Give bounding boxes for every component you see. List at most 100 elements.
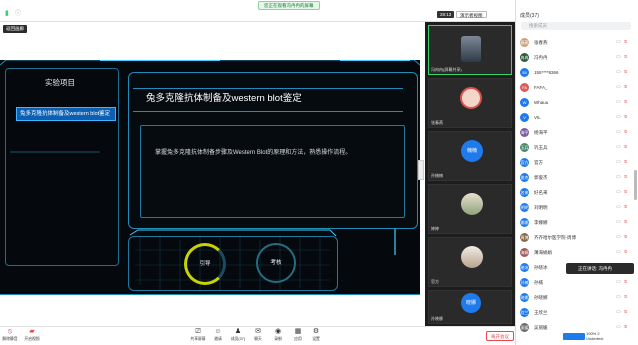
mic-off-icon: ⦸	[624, 39, 628, 45]
share-banner[interactable]: 您正在观看冯冉冉的屏幕	[258, 1, 320, 10]
info-icon[interactable]: ⓘ	[15, 11, 23, 18]
participant-row[interactable]: 娜娜 李娜娜 ▭ ⦸	[520, 217, 632, 229]
participant-row[interactable]: 孙楠 孙楠 ▭ ⦸	[520, 277, 632, 289]
status-button[interactable]	[563, 333, 585, 340]
participant-row[interactable]: 玉兵 巩玉兵 ▭ ⦸	[520, 142, 632, 154]
video-tile[interactable]: 婷婷	[428, 184, 512, 234]
collapse-handle[interactable]	[418, 160, 424, 180]
video-tile[interactable]: 晓娜 孙晓娜	[428, 290, 512, 324]
tile-name: 冯冉冉(屏幕共享)	[431, 67, 462, 72]
slide-body-box	[140, 125, 405, 218]
participant-row[interactable]: W Whauu ▭ ⦸	[520, 97, 632, 109]
participant-row[interactable]: 冉冉 冯冉冉 ▭ ⦸	[520, 52, 632, 64]
camera-off-icon: ▭	[616, 219, 621, 225]
participant-row[interactable]: V VIL ▭ ⦸	[520, 112, 632, 124]
status-sub: Undertext	[586, 336, 604, 341]
video-tile[interactable]: 官方	[428, 237, 512, 287]
participant-avatar: 欣兰	[520, 308, 529, 317]
participant-row[interactable]: 海娟 薄海娟娟 ▭ ⦸	[520, 247, 632, 259]
participant-photo	[461, 246, 483, 268]
participant-row[interactable]: 周博 齐齐哈尔医学院-周博 ▭ ⦸	[520, 232, 632, 244]
participant-row[interactable]: 官方 官方 ▭ ⦸	[520, 157, 632, 169]
guide-button[interactable]: 引导	[184, 243, 226, 285]
mic-off-icon: ⦸	[624, 189, 628, 195]
camera-off-icon: ▭	[616, 174, 621, 180]
slide-action-panel	[128, 236, 338, 291]
video-tile[interactable]: 张春燕	[428, 78, 512, 128]
participant-photo	[461, 193, 483, 215]
mic-off-icon: ⦸	[624, 69, 628, 75]
participants-header: 成员(37)	[520, 13, 539, 19]
participant-avatar: 冉冉	[520, 53, 529, 62]
camera-off-icon: ▭	[616, 39, 621, 45]
toolbar-label: 设置	[312, 337, 320, 341]
toolbar-label: 应用	[294, 337, 302, 341]
participant-avatar: 周博	[520, 233, 529, 242]
participant-avatar: 娜娜	[520, 218, 529, 227]
video-tile[interactable]: 楠楠 孙楠楠	[428, 131, 512, 181]
participant-avatar: 孙楠	[520, 278, 529, 287]
participant-photo	[461, 36, 481, 62]
chat-icon: ✉	[255, 328, 261, 335]
participant-row[interactable]: 晓娜 孙晓娜 ▭ ⦸	[520, 292, 632, 304]
view-mode-button[interactable]: 演示者视图	[456, 11, 487, 18]
mic-off-icon: ⦸	[624, 309, 628, 315]
participant-name: 吴丽媛	[534, 325, 548, 330]
back-to-gallery-button[interactable]: 返回画廊	[3, 25, 27, 33]
video-tile[interactable]: 冯冉冉(屏幕共享)	[428, 25, 512, 75]
participant-row[interactable]: 名来 好名来 ▭ ⦸	[520, 187, 632, 199]
participant-row[interactable]: 欣兰 王欣兰 ▭ ⦸	[520, 307, 632, 319]
participant-row[interactable]: 55 155****8366 ▭ ⦸	[520, 67, 632, 79]
toolbar-label: 聊天	[254, 337, 262, 341]
record-button[interactable]: ◉ 录制	[268, 328, 288, 342]
signal-icon: ▮	[5, 10, 9, 17]
mic-off-icon: ⦸	[624, 204, 628, 210]
mic-off-icon: ⦸	[624, 159, 628, 165]
camera-off-icon: ▭	[616, 234, 621, 240]
participants-scrollbar[interactable]	[634, 170, 637, 200]
participant-name: 官方	[534, 160, 543, 165]
leave-meeting-button[interactable]: 离开会议	[486, 331, 514, 341]
participant-row[interactable]: 明明 刘明明 ▭ ⦸	[520, 202, 632, 214]
mic-off-icon: ⦸	[624, 144, 628, 150]
mic-off-icon: ⦸	[624, 54, 628, 60]
mic-off-icon: ⦸	[624, 129, 628, 135]
mic-off-icon: ⦸	[624, 99, 628, 105]
mic-off-icon: ⦸	[624, 234, 628, 240]
participant-name: 孙晓娜	[534, 295, 548, 300]
participant-row[interactable]: 海平 杨海平 ▭ ⦸	[520, 127, 632, 139]
participant-row[interactable]: 俊杰 郭俊杰 ▭ ⦸	[520, 172, 632, 184]
participant-name: 孙晓冰	[534, 265, 548, 270]
camera-off-icon: ▭	[616, 279, 621, 285]
participant-avatar: 俊杰	[520, 173, 529, 182]
participant-name: 好名来	[534, 190, 548, 195]
settings-button[interactable]: ⚙ 设置	[306, 328, 326, 342]
record-icon: ◉	[274, 328, 282, 335]
invite-button[interactable]: ☺ 邀请	[208, 328, 228, 342]
assessment-button[interactable]: 考核	[256, 243, 296, 283]
status-readout: 100% 2 Undertext	[586, 331, 626, 341]
share-screen-button[interactable]: ⎚ 共享屏幕	[188, 328, 208, 342]
participant-avatar: V	[520, 113, 529, 122]
participant-search-input[interactable]: 搜索成员	[521, 22, 631, 30]
mic-off-icon: ⦸	[624, 84, 628, 90]
chat-button[interactable]: ✉ 聊天	[248, 328, 268, 342]
project-item[interactable]: 兔多克隆抗体制备及western blot鉴定	[16, 107, 116, 121]
members-button[interactable]: ♟ 成员(37)	[228, 328, 248, 342]
toolbar-label: 解除静音	[2, 337, 18, 341]
participant-avatar: 晓娜	[461, 293, 481, 313]
mic-off-icon: ⦸	[624, 219, 628, 225]
camera-off-icon: ▭	[616, 249, 621, 255]
apps-button[interactable]: ▦ 应用	[288, 328, 308, 342]
participant-row[interactable]: FA FAFA_ ▭ ⦸	[520, 82, 632, 94]
video-button[interactable]: ▰ 开启视频	[22, 328, 42, 342]
camera-off-icon: ▭	[616, 324, 621, 330]
participant-row[interactable]: 春燕 张春燕 ▭ ⦸	[520, 37, 632, 49]
toolbar-label: 开启视频	[24, 337, 40, 341]
participant-avatar: 55	[520, 68, 529, 77]
camera-off-icon: ▭	[616, 129, 621, 135]
mute-button[interactable]: ⦸ 解除静音	[0, 328, 20, 342]
tile-name: 婷婷	[431, 226, 439, 231]
mic-off-icon: ⦸	[624, 279, 628, 285]
toolbar-label: 共享屏幕	[190, 337, 206, 341]
